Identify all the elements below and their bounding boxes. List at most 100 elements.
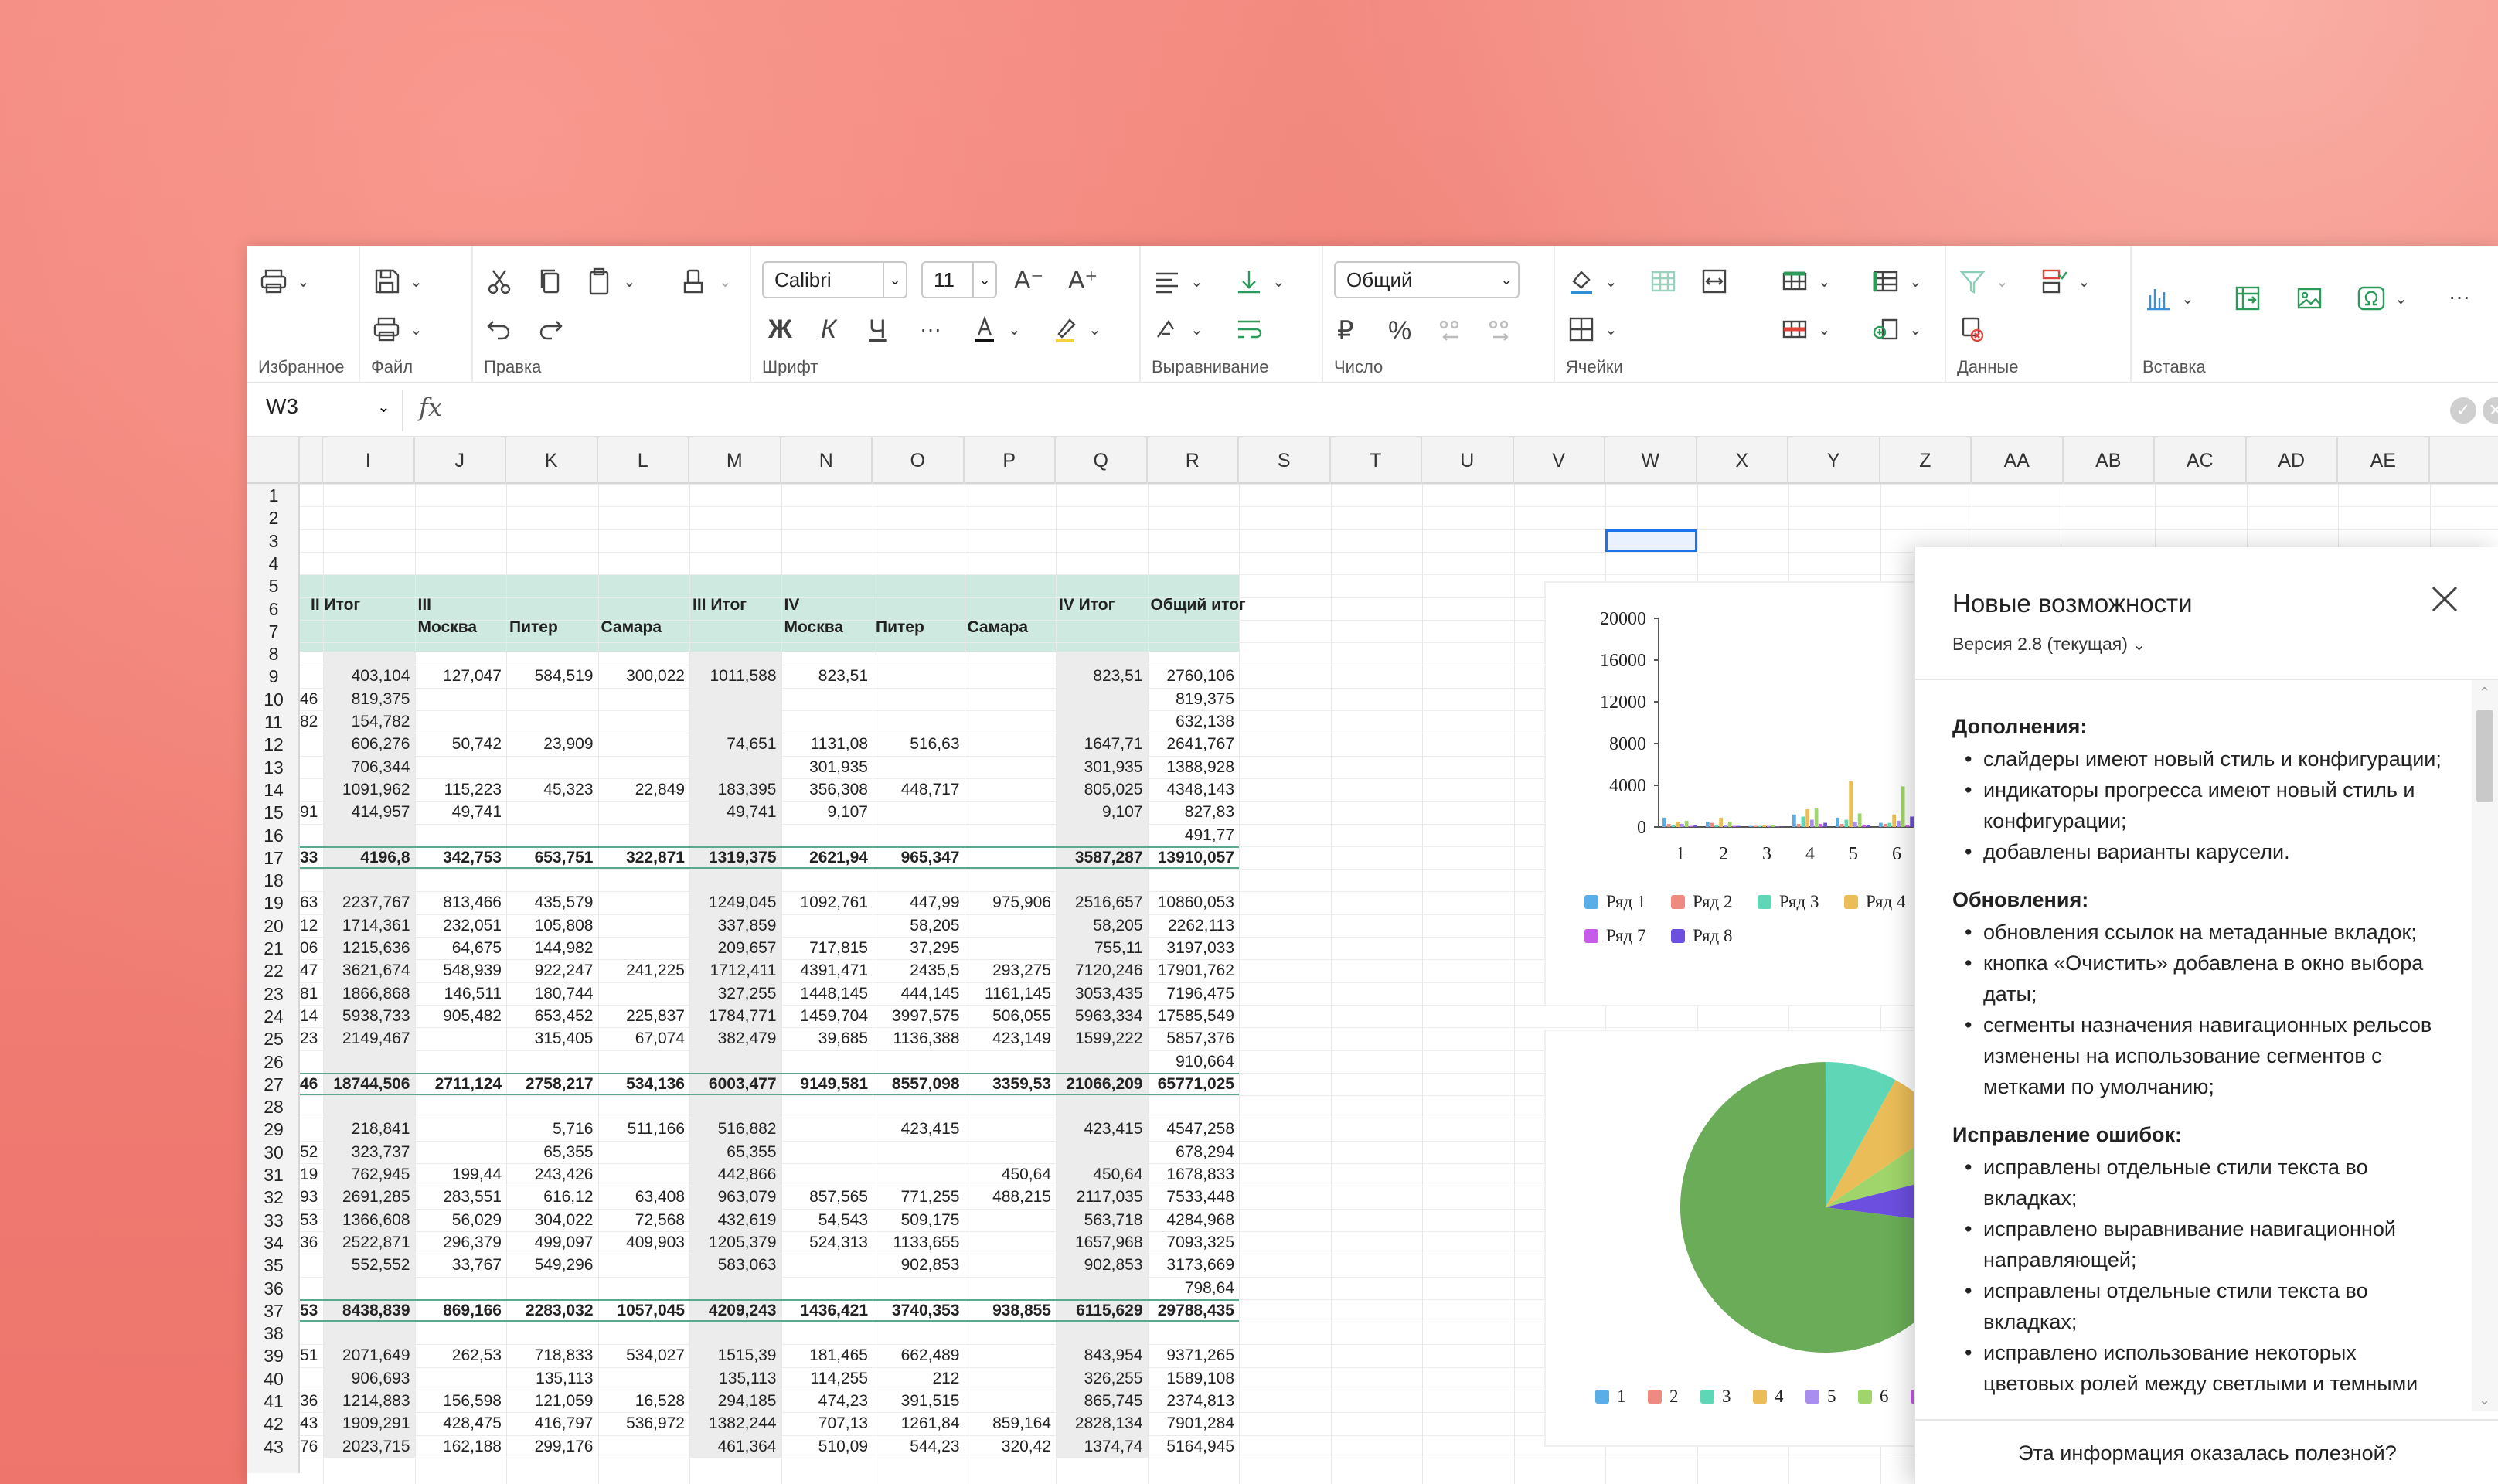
cell-partial[interactable]: 46 bbox=[300, 1073, 323, 1096]
cell[interactable]: 1866,868 bbox=[323, 982, 415, 1006]
cell[interactable]: 823,51 bbox=[1056, 665, 1148, 688]
cell[interactable] bbox=[598, 801, 690, 824]
cell[interactable] bbox=[323, 1322, 415, 1345]
cell[interactable]: 448,717 bbox=[873, 778, 965, 802]
cell[interactable] bbox=[598, 937, 690, 960]
cell[interactable]: 2023,715 bbox=[323, 1435, 415, 1458]
cell[interactable]: 315,405 bbox=[506, 1027, 598, 1050]
cell[interactable] bbox=[1056, 1322, 1148, 1345]
cell[interactable] bbox=[598, 1141, 690, 1164]
cell[interactable] bbox=[415, 1027, 507, 1050]
cell[interactable]: 299,176 bbox=[506, 1435, 598, 1458]
cell[interactable]: 4196,8 bbox=[323, 846, 415, 870]
cell[interactable]: 2117,035 bbox=[1056, 1186, 1148, 1209]
cell[interactable]: 813,466 bbox=[415, 891, 507, 914]
cell[interactable]: 67,074 bbox=[598, 1027, 690, 1050]
cell[interactable]: 902,853 bbox=[1056, 1254, 1148, 1277]
copy-button[interactable] bbox=[535, 260, 566, 303]
row-header[interactable]: 14 bbox=[247, 778, 300, 802]
font-size-select[interactable]: 11 ⌄ bbox=[921, 261, 997, 298]
cell[interactable] bbox=[598, 982, 690, 1006]
cell[interactable] bbox=[689, 1050, 781, 1074]
cell[interactable] bbox=[781, 1163, 873, 1186]
cell[interactable] bbox=[415, 824, 507, 847]
row-header[interactable]: 9 bbox=[247, 665, 300, 688]
cell[interactable]: 327,255 bbox=[689, 982, 781, 1006]
row-header[interactable]: 19 bbox=[247, 891, 300, 914]
row-header[interactable]: 30 bbox=[247, 1141, 300, 1164]
cell[interactable]: 65,355 bbox=[506, 1141, 598, 1164]
cell[interactable]: 432,619 bbox=[689, 1209, 781, 1232]
cell[interactable]: 717,815 bbox=[781, 937, 873, 960]
cell[interactable]: 549,296 bbox=[506, 1254, 598, 1277]
cell[interactable] bbox=[598, 869, 690, 892]
cell[interactable]: 127,047 bbox=[415, 665, 507, 688]
cell[interactable]: 616,12 bbox=[506, 1186, 598, 1209]
cell[interactable]: 423,149 bbox=[965, 1027, 1057, 1050]
row-header[interactable]: 18 bbox=[247, 869, 300, 892]
cell[interactable] bbox=[506, 869, 598, 892]
cell[interactable] bbox=[965, 824, 1057, 847]
cell[interactable]: 416,797 bbox=[506, 1412, 598, 1435]
column-header[interactable]: P bbox=[965, 437, 1056, 484]
row-header[interactable]: 3 bbox=[247, 529, 300, 553]
cell[interactable]: 1599,222 bbox=[1056, 1027, 1148, 1050]
cell[interactable]: 2828,134 bbox=[1056, 1412, 1148, 1435]
cell[interactable]: 121,059 bbox=[506, 1390, 598, 1413]
cell[interactable]: 6003,477 bbox=[689, 1073, 781, 1096]
cell[interactable]: 805,025 bbox=[1056, 778, 1148, 802]
cell[interactable]: 342,753 bbox=[415, 846, 507, 870]
cell[interactable]: 662,489 bbox=[873, 1344, 965, 1367]
cell[interactable]: 488,215 bbox=[965, 1186, 1057, 1209]
cell[interactable]: 905,482 bbox=[415, 1005, 507, 1028]
cell[interactable]: 910,664 bbox=[1148, 1050, 1240, 1074]
cell[interactable] bbox=[506, 1095, 598, 1118]
cell[interactable] bbox=[506, 756, 598, 779]
column-header[interactable]: U bbox=[1422, 437, 1514, 484]
cell[interactable]: 2758,217 bbox=[506, 1073, 598, 1096]
cell[interactable]: 534,027 bbox=[598, 1344, 690, 1367]
cell[interactable]: 2516,657 bbox=[1056, 891, 1148, 914]
cell[interactable]: 22,849 bbox=[598, 778, 690, 802]
cell-partial[interactable]: 36 bbox=[300, 1231, 323, 1254]
cell-partial[interactable]: 23 bbox=[300, 1027, 323, 1050]
increase-font-button[interactable]: A⁺ bbox=[1068, 258, 1098, 301]
cell[interactable]: 1712,411 bbox=[689, 959, 781, 982]
cell[interactable] bbox=[965, 710, 1057, 733]
cell[interactable]: 337,859 bbox=[689, 914, 781, 938]
cell[interactable]: 49,741 bbox=[689, 801, 781, 824]
column-header[interactable]: R bbox=[1148, 437, 1239, 484]
cell[interactable] bbox=[323, 869, 415, 892]
column-header[interactable]: W bbox=[1605, 437, 1697, 484]
cell[interactable]: 423,415 bbox=[873, 1118, 965, 1141]
cell[interactable] bbox=[598, 710, 690, 733]
cell[interactable]: 653,452 bbox=[506, 1005, 598, 1028]
cell[interactable]: 105,808 bbox=[506, 914, 598, 938]
cell[interactable]: 7533,448 bbox=[1148, 1186, 1240, 1209]
cell[interactable]: 9371,265 bbox=[1148, 1344, 1240, 1367]
cell[interactable] bbox=[689, 688, 781, 711]
cell[interactable]: 74,651 bbox=[689, 733, 781, 756]
cell[interactable]: 181,465 bbox=[781, 1344, 873, 1367]
cell[interactable]: 326,255 bbox=[1056, 1367, 1148, 1390]
cell[interactable]: 294,185 bbox=[689, 1390, 781, 1413]
increase-decimal-button[interactable] bbox=[1486, 309, 1516, 352]
cell[interactable]: 56,029 bbox=[415, 1209, 507, 1232]
cell[interactable] bbox=[598, 1277, 690, 1300]
cell[interactable] bbox=[965, 1322, 1057, 1345]
scrollbar-thumb[interactable] bbox=[2476, 710, 2493, 802]
column-header[interactable]: I bbox=[323, 437, 415, 484]
cell[interactable]: 1214,883 bbox=[323, 1390, 415, 1413]
cell[interactable]: 3587,287 bbox=[1056, 846, 1148, 870]
row-header[interactable]: 7 bbox=[247, 620, 300, 643]
row-header[interactable]: 5 bbox=[247, 574, 300, 597]
cell[interactable]: 827,83 bbox=[1148, 801, 1240, 824]
more-options-button[interactable]: ··· bbox=[2449, 275, 2470, 318]
cell-partial[interactable] bbox=[300, 1095, 323, 1118]
row-header[interactable]: 23 bbox=[247, 982, 300, 1006]
cell[interactable] bbox=[506, 801, 598, 824]
column-header[interactable]: S bbox=[1239, 437, 1331, 484]
row-header[interactable]: 4 bbox=[247, 552, 300, 575]
cell-partial[interactable] bbox=[300, 1367, 323, 1390]
add-cells-button[interactable]: ⌄ bbox=[1870, 308, 1922, 351]
